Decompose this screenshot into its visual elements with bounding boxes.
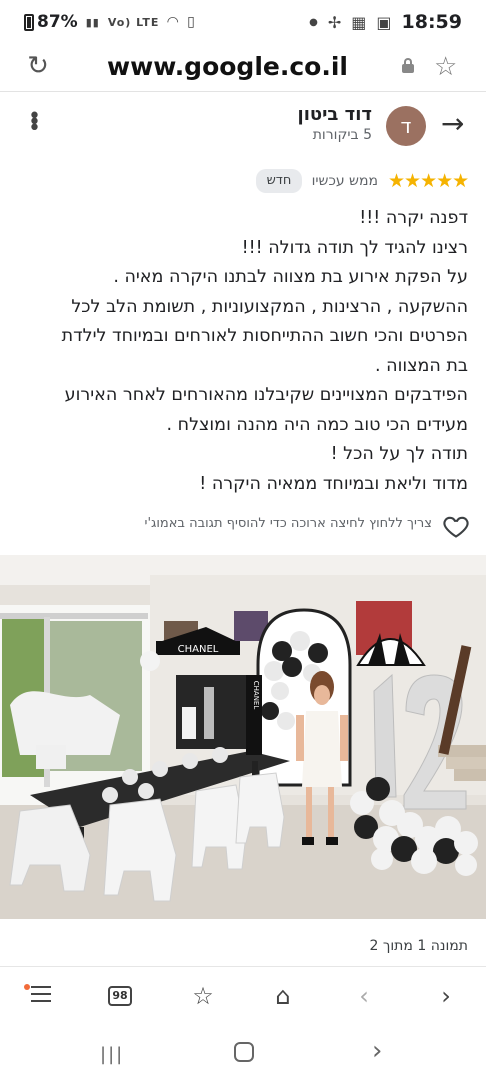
review-line: ההשקעה , הרצינות , המקצועוניות , תשומת ה…: [71, 296, 468, 317]
back-icon[interactable]: ‹: [349, 981, 379, 1011]
home-button[interactable]: [234, 1042, 254, 1062]
browser-bottom-nav: 98 ☆ ⌂ ‹ ›: [0, 966, 486, 1024]
bookmark-star-icon[interactable]: ☆: [434, 52, 457, 82]
url-field[interactable]: www.google.co.il: [107, 52, 348, 81]
battery-indicator: 87%: [24, 12, 78, 32]
forward-icon[interactable]: ›: [431, 981, 461, 1011]
status-right: ● ✢ ▦ ▣ 18:59: [309, 11, 462, 33]
recent-apps-icon[interactable]: |||: [100, 1044, 124, 1065]
avatar[interactable]: ד: [386, 106, 426, 146]
calendar-icon: ▦: [351, 12, 367, 32]
review-line: מדוד וליאת ובמיוחד ממאיה היקרה !: [199, 473, 468, 494]
status-left: 87% ▮▮ Vo) LTE ◠ ▯: [24, 12, 196, 32]
lock-icon[interactable]: [402, 58, 414, 74]
address-bar: ↻ www.google.co.il ☆: [0, 44, 486, 92]
photo-caption: תמונה 1 מתוך 2: [369, 938, 468, 954]
review-time: ממש עכשיו: [311, 173, 378, 189]
battery-text: 87%: [37, 12, 78, 32]
photo-illustration: CHANEL CHANEL 12: [0, 555, 486, 919]
system-nav-bar: ||| ›: [0, 1024, 486, 1080]
heart-icon[interactable]: [442, 512, 470, 540]
review-line: דפנה יקרה !!!: [359, 208, 468, 228]
battery-icon: [24, 13, 34, 31]
rating-row: ★★★★★ ממש עכשיו חדש: [0, 168, 486, 196]
wifi-icon: ◠: [167, 14, 180, 30]
review-header: • • • דוד ביטון 5 ביקורות ד →: [0, 96, 486, 158]
home-icon[interactable]: ⌂: [268, 981, 298, 1011]
review-line: הפידבקים המצויינים שקיבלנו מהאורחים לאחר…: [64, 385, 468, 405]
review-line: תודה לך על הכל !: [330, 444, 468, 464]
battery-saver-icon: ▯: [187, 14, 196, 30]
bookmarks-icon[interactable]: ☆: [188, 981, 218, 1011]
more-options-icon[interactable]: • • •: [28, 106, 41, 140]
arrow-right-icon[interactable]: →: [441, 108, 464, 140]
reviewer-name: דוד ביטון: [297, 104, 372, 125]
reviewer-review-count: 5 ביקורות: [312, 127, 372, 143]
notification-dot-icon: ●: [309, 16, 318, 28]
review-line: הפרטים והכי חשוב ההתייחסות לאורחים ובמיו…: [61, 326, 468, 346]
chanel-sign: CHANEL: [178, 644, 219, 655]
network-indicator: Vo) LTE: [107, 15, 160, 29]
new-badge: חדש: [256, 169, 302, 193]
reaction-row: צריך ללחוץ לחיצה ארוכה כדי להוסיף תגובה …: [0, 510, 486, 542]
review-photo[interactable]: CHANEL CHANEL 12: [0, 555, 486, 919]
status-bar: 87% ▮▮ Vo) LTE ◠ ▯ ● ✢ ▦ ▣ 18:59: [0, 0, 486, 44]
review-text: דפנה יקרה !!! רצינו להגיד לך תודה גדולה …: [28, 204, 468, 499]
fan-icon: ✢: [327, 12, 342, 32]
gallery-icon: ▣: [376, 12, 392, 32]
tabs-count: 98: [108, 986, 132, 1006]
chanel-chair-text: CHANEL: [252, 681, 260, 710]
review-line: מעידים הכי טוב כמה היה מהנה ומוצלח .: [166, 414, 468, 435]
menu-icon[interactable]: [24, 981, 56, 1011]
reload-icon[interactable]: ↻: [24, 52, 52, 80]
review-line: בת המצווה .: [375, 355, 468, 376]
clock: 18:59: [401, 11, 462, 33]
signal-icon: ▮▮: [85, 15, 100, 29]
star-rating: ★★★★★: [388, 170, 469, 192]
notification-dot: [24, 984, 30, 990]
system-back-icon[interactable]: ›: [372, 1036, 382, 1066]
tabs-button[interactable]: 98: [105, 981, 135, 1011]
review-line: רצינו להגיד לך תודה גדולה !!!: [241, 237, 468, 258]
emoji-reaction-hint: צריך ללחוץ לחיצה ארוכה כדי להוסיף תגובה …: [144, 516, 432, 531]
review-line: על הפקת אירוע בת מצווה לבתנו היקרה מאיה …: [113, 267, 468, 287]
